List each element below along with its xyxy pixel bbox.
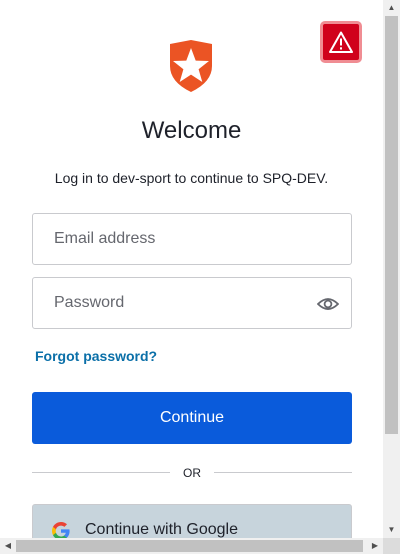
email-field-container	[32, 213, 352, 265]
password-input[interactable]	[33, 278, 351, 328]
warning-triangle-icon	[329, 31, 353, 53]
vertical-scrollbar[interactable]: ▲ ▼	[383, 0, 400, 538]
scroll-right-arrow-icon[interactable]: ▶	[367, 538, 383, 554]
forgot-password-link[interactable]: Forgot password?	[35, 348, 157, 364]
page-subtitle: Log in to dev-sport to continue to SPQ-D…	[54, 170, 329, 186]
scroll-left-arrow-icon[interactable]: ◀	[0, 538, 16, 554]
auth0-logo-icon	[170, 40, 212, 92]
page-title: Welcome	[141, 117, 242, 144]
scroll-up-arrow-icon[interactable]: ▲	[383, 0, 400, 16]
login-page: Welcome Log in to dev-sport to continue …	[0, 0, 383, 538]
scroll-down-arrow-icon[interactable]: ▼	[383, 522, 400, 538]
vertical-scroll-thumb[interactable]	[385, 16, 398, 434]
google-g-icon	[52, 522, 70, 538]
continue-with-google-button[interactable]: Continue with Google	[32, 504, 352, 538]
warning-alert-button[interactable]	[320, 21, 362, 63]
google-button-label: Continue with Google	[85, 521, 238, 538]
eye-icon[interactable]	[317, 294, 339, 314]
divider-or-text: OR	[183, 466, 201, 480]
scrollbar-corner	[383, 538, 400, 554]
continue-button[interactable]: Continue	[32, 392, 352, 444]
divider-line-left	[32, 472, 170, 473]
horizontal-scroll-thumb[interactable]	[16, 540, 363, 552]
email-input[interactable]	[33, 214, 351, 264]
divider-line-right	[214, 472, 352, 473]
password-field-container	[32, 277, 352, 329]
horizontal-scrollbar[interactable]: ◀ ▶	[0, 538, 383, 554]
